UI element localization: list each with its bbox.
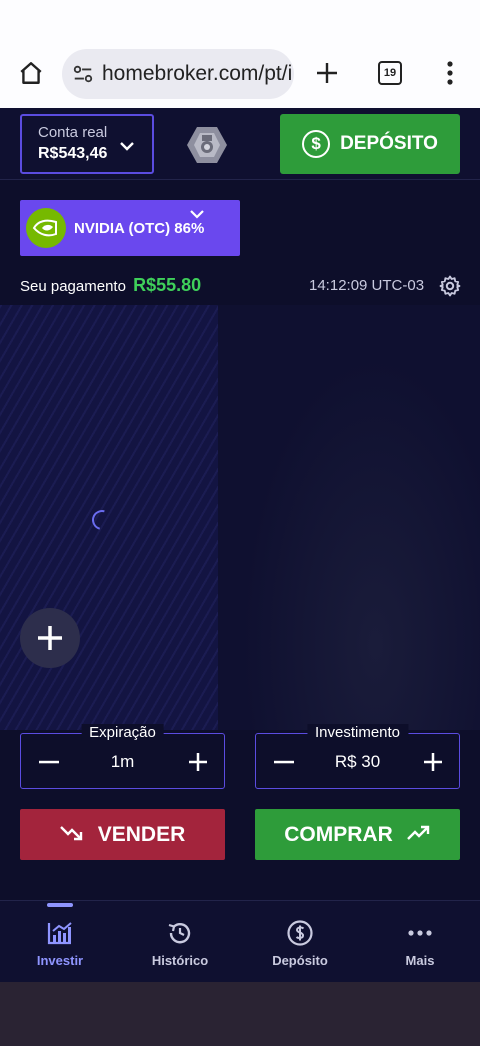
expiration-control: Expiração 1m <box>20 724 225 789</box>
active-tab-indicator <box>47 903 73 907</box>
dollar-icon: $ <box>302 130 331 158</box>
expiration-title: Expiração <box>81 724 164 741</box>
dollar-icon <box>286 919 314 947</box>
nav-item-historico[interactable]: Histórico <box>120 901 240 983</box>
trend-up-icon <box>406 823 431 847</box>
browser-toolbar: homebroker.com/pt/i 19 <box>0 0 480 108</box>
chart-live-zone <box>218 305 480 730</box>
investment-plus-button[interactable] <box>421 750 445 774</box>
nav-item-deposito[interactable]: Depósito <box>240 901 360 983</box>
account-balance: R$543,46 <box>38 145 108 162</box>
buy-button[interactable]: COMPRAR <box>255 809 460 860</box>
nav-label: Histórico <box>151 953 209 968</box>
payout-label: Seu pagamento <box>20 278 126 295</box>
payout-amount: R$55.80 <box>133 275 202 295</box>
app-header: Conta real R$543,46 $ DEPÓSITO <box>0 108 480 180</box>
new-tab-icon[interactable] <box>312 58 342 88</box>
deposit-button[interactable]: $ DEPÓSITO <box>280 114 460 174</box>
more-icon <box>406 919 434 947</box>
site-settings-icon[interactable] <box>70 61 96 87</box>
browser-menu-icon[interactable] <box>436 58 464 88</box>
server-time: 14:12:09 UTC-03 <box>309 277 425 294</box>
bottom-navigation: Investir Histórico Depósito Mais <box>0 900 480 982</box>
nav-item-mais[interactable]: Mais <box>360 901 480 983</box>
nav-label: Depósito <box>272 953 328 968</box>
history-icon <box>166 919 194 947</box>
asset-selector[interactable]: NVIDIA (OTC) 86% <box>20 200 240 256</box>
home-icon[interactable] <box>16 58 46 88</box>
account-selector[interactable]: Conta real R$543,46 <box>20 114 154 174</box>
nav-label: Mais <box>405 953 435 968</box>
buy-label: COMPRAR <box>284 822 393 846</box>
asset-name: NVIDIA (OTC) 86% <box>74 219 205 237</box>
trend-down-icon <box>59 823 84 847</box>
sell-label: VENDER <box>97 822 186 846</box>
tab-switcher-button[interactable]: 19 <box>378 61 402 85</box>
chevron-down-icon <box>190 206 204 224</box>
chevron-down-icon <box>120 138 134 156</box>
nav-item-investir[interactable]: Investir <box>0 901 120 983</box>
expiration-plus-button[interactable] <box>186 750 210 774</box>
payout-info: Seu pagamento R$55.80 <box>20 275 201 296</box>
system-navigation-bar <box>0 982 480 1046</box>
chart-icon <box>46 919 74 947</box>
price-chart[interactable] <box>0 305 480 730</box>
investment-title: Investimento <box>306 724 409 741</box>
sell-button[interactable]: VENDER <box>20 809 225 860</box>
rank-badge-icon[interactable] <box>186 125 228 165</box>
address-bar[interactable]: homebroker.com/pt/i <box>62 49 294 99</box>
nvidia-logo-icon <box>26 208 66 248</box>
account-type-label: Conta real <box>38 124 108 141</box>
deposit-label: DEPÓSITO <box>340 133 438 154</box>
investment-control: Investimento R$ 30 <box>255 724 460 789</box>
add-chart-button[interactable] <box>20 608 80 668</box>
gear-icon[interactable] <box>438 274 462 298</box>
nav-label: Investir <box>36 953 84 968</box>
url-text: homebroker.com/pt/i <box>102 62 293 85</box>
